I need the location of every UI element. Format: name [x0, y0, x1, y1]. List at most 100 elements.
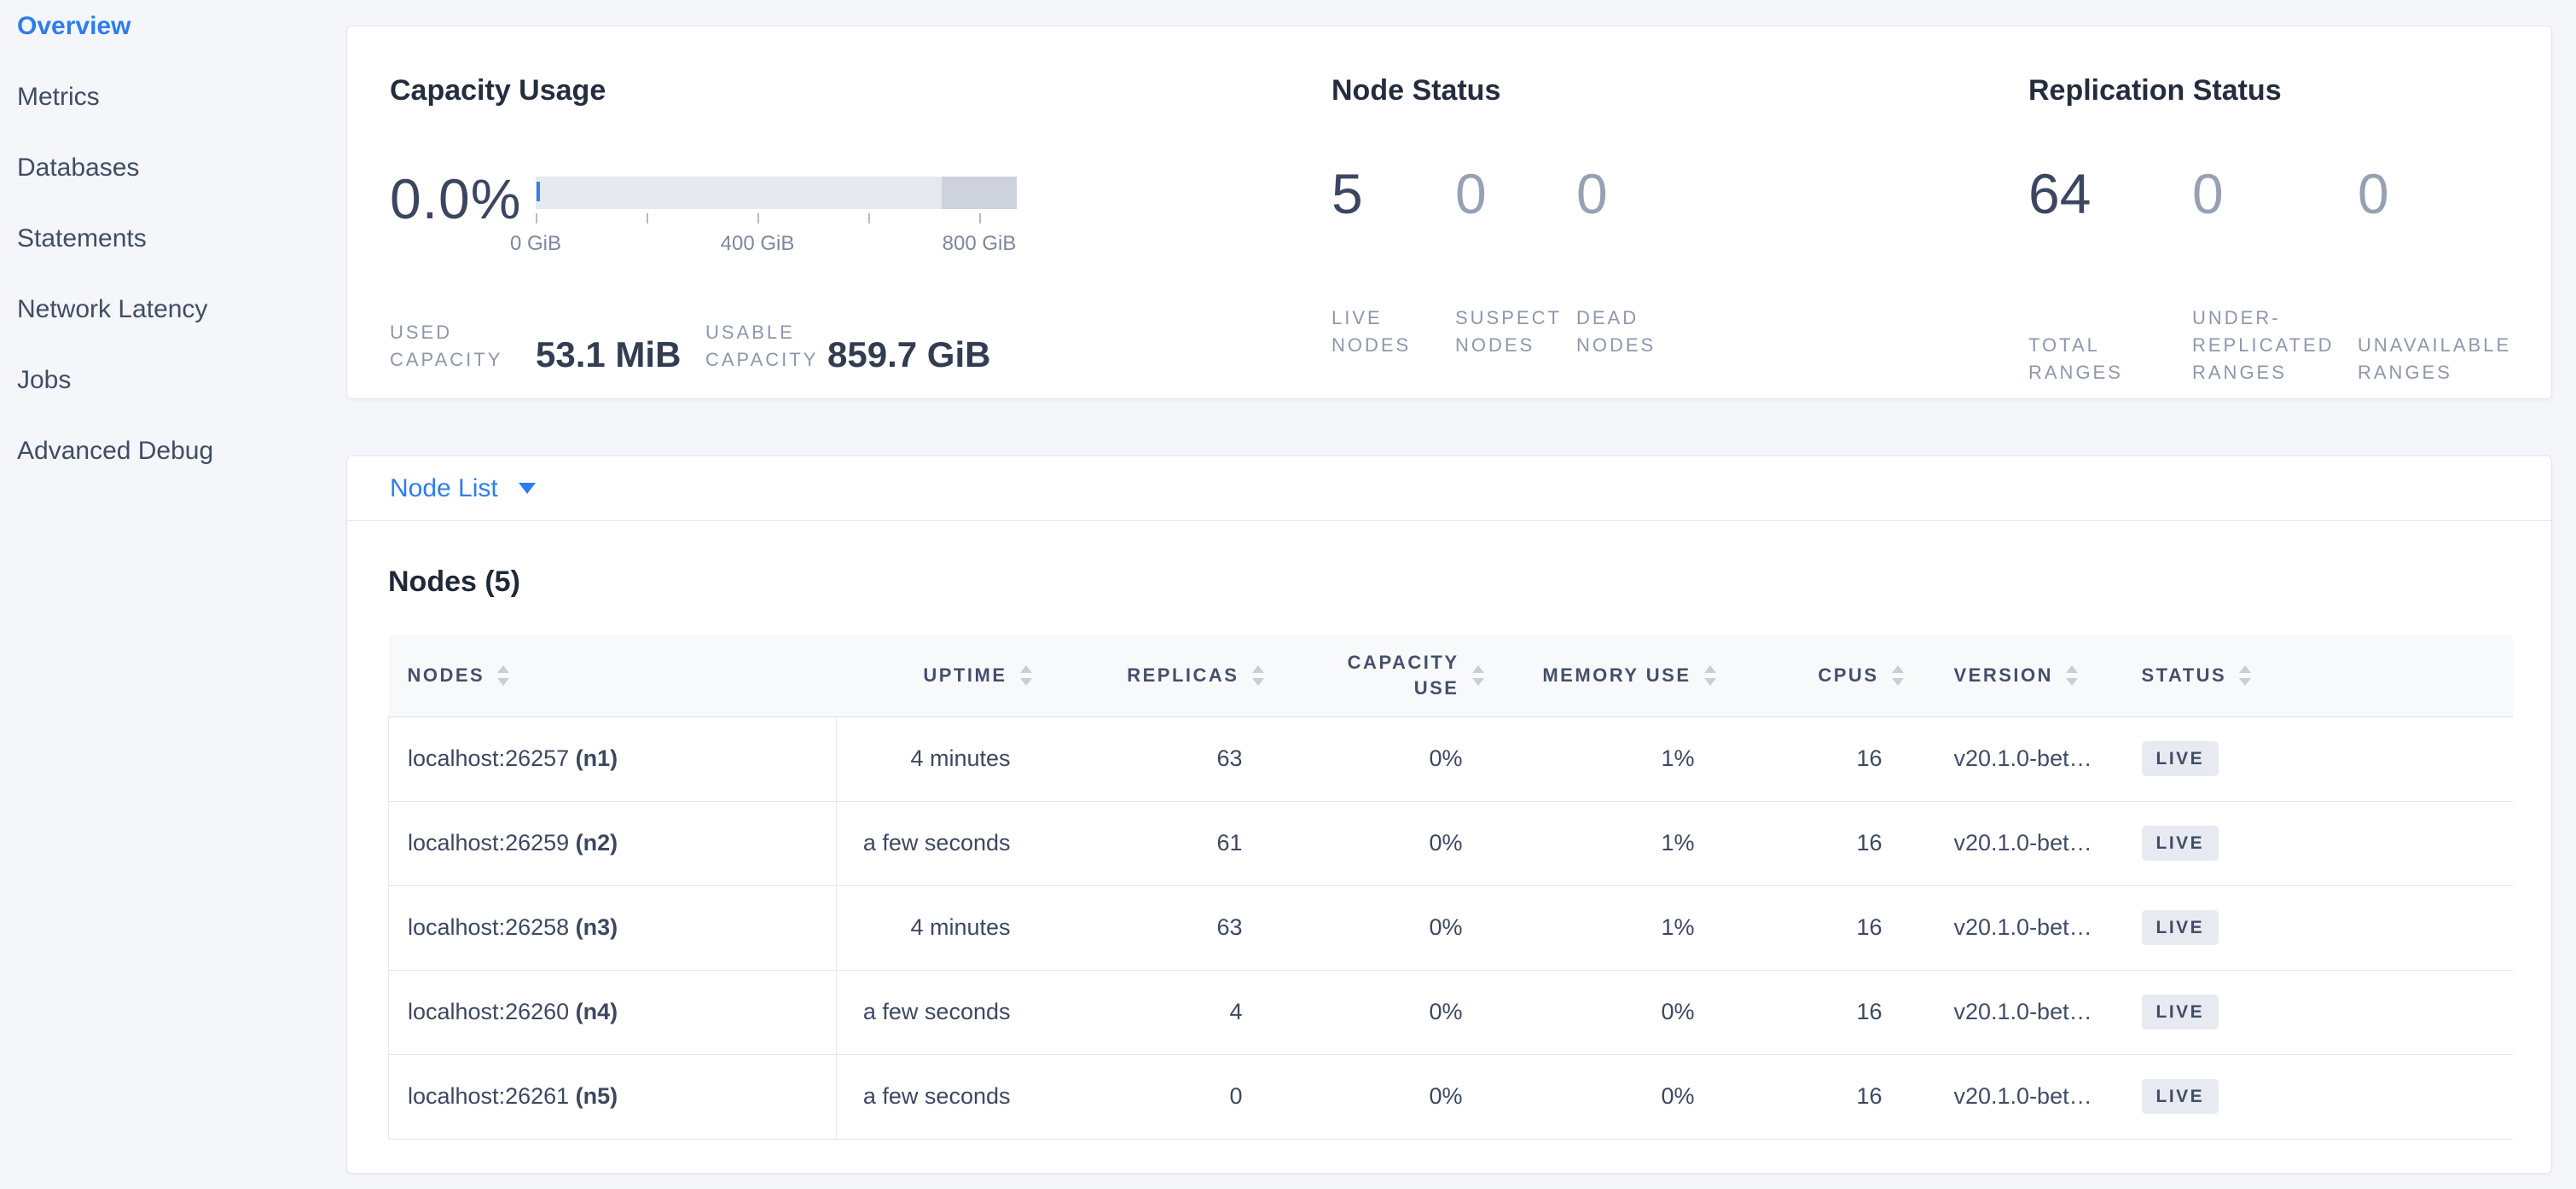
- column-header-memory_use[interactable]: MEMORY USE: [1494, 635, 1726, 716]
- replication-stat-value: 0: [2358, 161, 2521, 226]
- sidebar-item-overview[interactable]: Overview: [17, 13, 329, 40]
- node-list-bar: Node List: [347, 456, 2551, 521]
- node-version-cell: v20.1.0-bet…: [1913, 801, 2115, 885]
- sidebar-item-statements[interactable]: Statements: [17, 225, 329, 252]
- status-badge: LIVE: [2142, 826, 2219, 861]
- used-capacity-label: USED CAPACITY: [390, 319, 536, 374]
- capacity-gauge-ticks: [536, 213, 1017, 227]
- node-list-dropdown[interactable]: Node List: [390, 474, 536, 503]
- replication-stat-value: 64: [2028, 161, 2192, 226]
- column-header-cpus[interactable]: CPUS: [1726, 635, 1913, 716]
- capacity-gauge-axis-labels: 0 GiB400 GiB800 GiB: [536, 232, 1017, 258]
- cluster-summary-card: Capacity Usage 0.0% 0 GiB400 GiB800 GiB …: [346, 26, 2552, 399]
- node-row: localhost:26259 (n2)a few seconds610%1%1…: [389, 801, 2513, 885]
- sidebar-item-network-latency[interactable]: Network Latency: [17, 296, 329, 323]
- node-id: (n2): [576, 830, 618, 856]
- node-memory_use-cell: 1%: [1494, 801, 1726, 885]
- node-status-stat-value: 0: [1455, 161, 1576, 226]
- node-address[interactable]: localhost:26261: [408, 1083, 576, 1109]
- axis-tick-mark: [979, 213, 981, 223]
- used-capacity-value: 53.1 MiB: [536, 336, 705, 374]
- node-status-cell: LIVE: [2115, 716, 2513, 801]
- sidebar-item-advanced-debug[interactable]: Advanced Debug: [17, 438, 329, 465]
- node-version-cell: v20.1.0-bet…: [1913, 1054, 2115, 1139]
- sidebar-item-jobs[interactable]: Jobs: [17, 367, 329, 394]
- node-id: (n3): [576, 914, 618, 940]
- status-badge: LIVE: [2142, 995, 2219, 1030]
- node-replicas-cell: 63: [1041, 716, 1273, 801]
- capacity-used-percent: 0.0%: [390, 166, 521, 231]
- column-header-label: CPUS: [1818, 663, 1878, 688]
- node-row: localhost:26261 (n5)a few seconds00%0%16…: [389, 1054, 2513, 1139]
- replication-stat-value: 0: [2192, 161, 2358, 226]
- column-header-capacity_use[interactable]: CAPACITY USE: [1273, 635, 1494, 716]
- node-status-stat-label: DEAD NODES: [1576, 304, 1700, 359]
- node-cpus-cell: 16: [1726, 970, 1913, 1054]
- column-header-replicas[interactable]: REPLICAS: [1041, 635, 1273, 716]
- node-version-cell: v20.1.0-bet…: [1913, 885, 2115, 970]
- node-address-cell: localhost:26257 (n1): [389, 716, 837, 801]
- node-status-stat-label: LIVE NODES: [1332, 304, 1455, 359]
- node-status-cell: LIVE: [2115, 970, 2513, 1054]
- node-address[interactable]: localhost:26257: [408, 745, 576, 771]
- node-uptime-cell: a few seconds: [837, 970, 1041, 1054]
- sort-icon: [495, 664, 512, 687]
- column-header-label: VERSION: [1954, 663, 2054, 688]
- node-address-cell: localhost:26261 (n5): [389, 1054, 837, 1139]
- replication-status-section: Replication Status 6400 TOTAL RANGESUNDE…: [2028, 26, 2540, 398]
- node-cpus-cell: 16: [1726, 801, 1913, 885]
- node-status-stat-value: 0: [1576, 161, 1700, 226]
- node-status-section: Node Status 500 LIVE NODESSUSPECT NODESD…: [1332, 26, 2014, 398]
- node-status-cell: LIVE: [2115, 885, 2513, 970]
- capacity-stats: USED CAPACITY 53.1 MiB USABLE CAPACITY 8…: [390, 319, 990, 374]
- node-row: localhost:26258 (n3)4 minutes630%1%16v20…: [389, 885, 2513, 970]
- node-uptime-cell: 4 minutes: [837, 885, 1041, 970]
- sort-icon: [2237, 664, 2254, 687]
- axis-tick-mark: [536, 213, 537, 223]
- sort-icon: [1250, 664, 1267, 687]
- axis-tick-label: 0 GiB: [510, 232, 561, 256]
- node-status-cell: LIVE: [2115, 1054, 2513, 1139]
- node-capacity_use-cell: 0%: [1273, 716, 1494, 801]
- sidebar-item-metrics[interactable]: Metrics: [17, 84, 329, 111]
- node-replicas-cell: 4: [1041, 970, 1273, 1054]
- column-header-uptime[interactable]: UPTIME: [837, 635, 1041, 716]
- node-uptime-cell: a few seconds: [837, 1054, 1041, 1139]
- node-capacity_use-cell: 0%: [1273, 970, 1494, 1054]
- usable-capacity-value: 859.7 GiB: [827, 336, 990, 374]
- node-memory_use-cell: 0%: [1494, 970, 1726, 1054]
- nodes-table: NODES UPTIME REPLICAS CAPACITY USE MEMORY US…: [388, 635, 2513, 1140]
- nodes-card: Node List Nodes (5) NODESUPTIMEREPLICASC…: [346, 455, 2552, 1174]
- replication-status-values: 6400: [2028, 161, 2521, 226]
- nodes-table-header-row: NODES UPTIME REPLICAS CAPACITY USE MEMORY US…: [389, 635, 2513, 716]
- status-badge: LIVE: [2142, 1079, 2219, 1114]
- axis-tick-mark: [647, 213, 648, 223]
- node-address[interactable]: localhost:26258: [408, 914, 576, 940]
- column-header-node[interactable]: NODES: [389, 635, 837, 716]
- node-status-values: 500: [1332, 161, 1700, 226]
- capacity-gauge-bar: [536, 177, 1017, 209]
- chevron-down-icon: [519, 483, 536, 494]
- node-status-stat-label: SUSPECT NODES: [1455, 304, 1576, 359]
- column-header-label: REPLICAS: [1127, 663, 1239, 688]
- sort-icon: [1889, 664, 1906, 687]
- capacity-gauge-other-segment: [942, 177, 1017, 209]
- node-uptime-cell: a few seconds: [837, 801, 1041, 885]
- node-address-cell: localhost:26258 (n3): [389, 885, 837, 970]
- node-address[interactable]: localhost:26259: [408, 830, 576, 856]
- node-address-cell: localhost:26259 (n2): [389, 801, 837, 885]
- column-header-version[interactable]: VERSION: [1913, 635, 2115, 716]
- column-header-label: MEMORY USE: [1542, 663, 1691, 688]
- node-status-cell: LIVE: [2115, 801, 2513, 885]
- sort-icon: [1470, 664, 1487, 687]
- node-version-cell: v20.1.0-bet…: [1913, 970, 2115, 1054]
- sidebar-item-databases[interactable]: Databases: [17, 154, 329, 182]
- column-header-status[interactable]: STATUS: [2115, 635, 2513, 716]
- node-status-labels: LIVE NODESSUSPECT NODESDEAD NODES: [1332, 304, 1700, 359]
- node-status-title: Node Status: [1332, 74, 1500, 107]
- node-replicas-cell: 61: [1041, 801, 1273, 885]
- node-replicas-cell: 0: [1041, 1054, 1273, 1139]
- node-address[interactable]: localhost:26260: [408, 999, 576, 1024]
- node-cpus-cell: 16: [1726, 716, 1913, 801]
- column-header-label: UPTIME: [923, 663, 1007, 688]
